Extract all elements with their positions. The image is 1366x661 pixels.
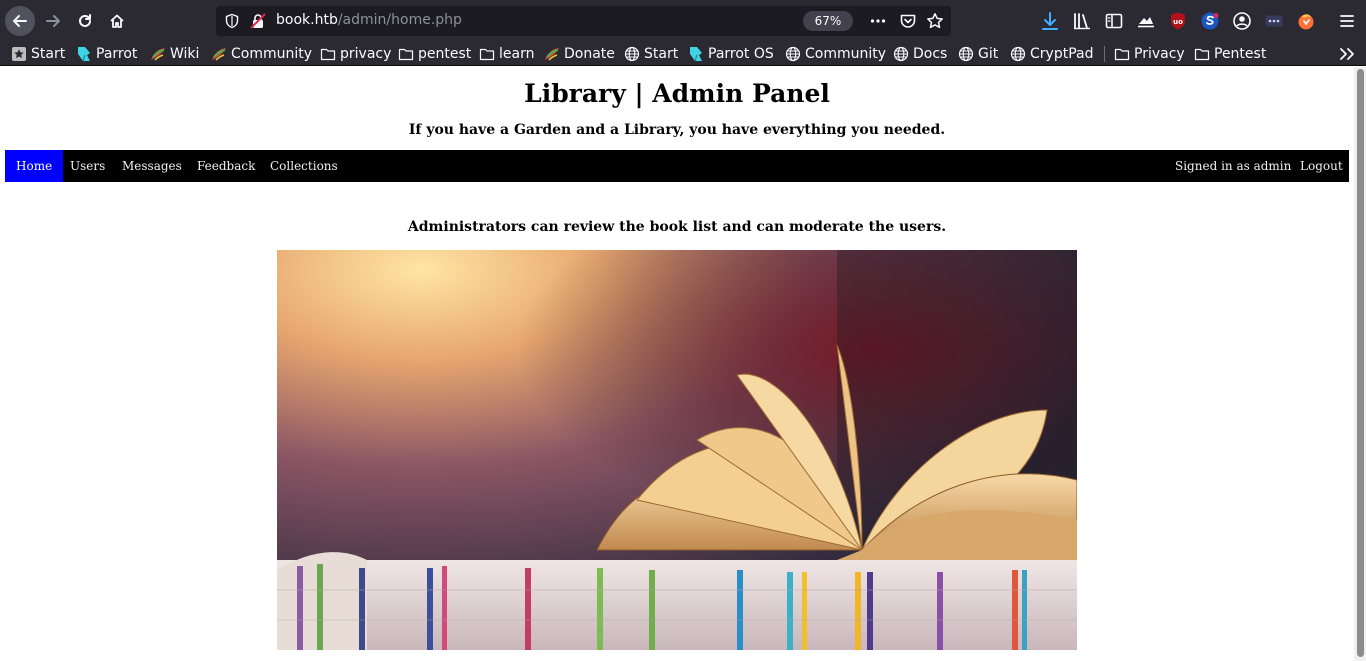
parrot-colored-icon: [545, 48, 559, 61]
globe-icon: [1010, 46, 1026, 62]
pocket-icon[interactable]: [899, 12, 917, 30]
sidebar-icon[interactable]: [1104, 11, 1124, 31]
url-text[interactable]: book.htb/admin/home.php: [276, 12, 462, 28]
zoom-level[interactable]: 67%: [803, 11, 853, 31]
page-actions-more-icon[interactable]: [869, 12, 887, 30]
bookmark-parrot-os[interactable]: Parrot OS: [688, 44, 774, 64]
bookmark-git[interactable]: Git: [958, 44, 998, 64]
bookmark-donate[interactable]: Donate: [544, 44, 615, 64]
insecure-lock-icon[interactable]: [250, 13, 266, 29]
home-icon: [110, 14, 124, 28]
bookmark-separator: [1104, 46, 1105, 62]
bookmarks-toolbar: Start Parrot Wiki Community privacy pent…: [0, 42, 1366, 66]
folder-icon: [479, 48, 495, 61]
nav-link-messages[interactable]: Messages: [111, 150, 193, 182]
ublock-origin-icon[interactable]: uo: [1168, 11, 1188, 31]
page-title: Library | Admin Panel: [524, 79, 830, 108]
hamburger-menu-icon[interactable]: [1337, 11, 1357, 31]
browser-toolbar: book.htb/admin/home.php 67% uo: [0, 0, 1366, 42]
folder-icon: [320, 48, 336, 61]
globe-icon: [893, 46, 909, 62]
reload-button[interactable]: [70, 6, 100, 36]
bookmark-label: Privacy: [1134, 46, 1185, 62]
bookmark-label: Community: [805, 46, 887, 62]
bookmark-label: Start: [644, 46, 679, 62]
bookmark-star-icon[interactable]: [926, 12, 944, 30]
bookmark-community-globe[interactable]: Community: [785, 44, 886, 64]
bookmark-start[interactable]: Start: [11, 44, 65, 64]
address-bar[interactable]: book.htb/admin/home.php 67%: [216, 6, 951, 36]
arrow-left-icon: [13, 15, 27, 27]
folder-icon: [1194, 48, 1210, 61]
signed-in-status[interactable]: Signed in as admin: [1164, 150, 1302, 182]
admin-intro-text: Administrators can review the book list …: [407, 219, 947, 235]
bookmark-community[interactable]: Community: [211, 44, 312, 64]
bookmark-start-globe[interactable]: Start: [624, 44, 678, 64]
library-icon[interactable]: [1072, 11, 1092, 31]
home-button[interactable]: [102, 6, 132, 36]
bookmark-docs[interactable]: Docs: [893, 44, 947, 64]
forward-button[interactable]: [38, 6, 68, 36]
parrot-colored-icon: [151, 48, 165, 61]
bookmark-label: Start: [31, 46, 66, 62]
bookmark-label: pentest: [418, 46, 472, 62]
url-path: /admin/home.php: [337, 12, 462, 28]
bookmark-folder-learn[interactable]: learn: [479, 44, 534, 64]
parrot-icon: [78, 47, 90, 62]
bookmark-label: CryptPad: [1030, 46, 1094, 62]
nav-link-users[interactable]: Users: [59, 150, 116, 182]
bookmark-label: Docs: [913, 46, 948, 62]
chevron-double-right-icon[interactable]: [1338, 46, 1356, 62]
back-button[interactable]: [5, 6, 35, 36]
account-icon[interactable]: [1232, 11, 1252, 31]
extension-dots-icon[interactable]: [1264, 11, 1284, 31]
page-scrollbar[interactable]: [1354, 67, 1366, 661]
bookmark-label: Wiki: [170, 46, 200, 62]
bookmark-parrot[interactable]: Parrot: [76, 44, 137, 64]
parrot-colored-icon: [212, 48, 226, 61]
bookmark-wiki[interactable]: Wiki: [150, 44, 199, 64]
bookmark-label: Parrot OS: [708, 46, 774, 62]
globe-icon: [624, 46, 640, 62]
arrow-right-icon: [46, 15, 60, 27]
bookmark-folder-privacy-2[interactable]: Privacy: [1114, 44, 1185, 64]
nav-link-collections[interactable]: Collections: [259, 150, 349, 182]
start-star-icon: [12, 47, 26, 61]
parrot-icon: [690, 47, 702, 62]
reload-icon: [79, 14, 91, 27]
tracking-shield-icon[interactable]: [224, 13, 240, 29]
bookmark-label: Donate: [564, 46, 615, 62]
bookmark-label: privacy: [340, 46, 392, 62]
download-icon[interactable]: [1040, 11, 1060, 31]
open-book-illustration: [277, 250, 1077, 650]
bookmark-cryptpad[interactable]: CryptPad: [1010, 44, 1093, 64]
bookmark-folder-pentest-2[interactable]: Pentest: [1194, 44, 1266, 64]
firefox-extension-icon[interactable]: [1296, 11, 1316, 31]
page-subtitle: If you have a Garden and a Library, you …: [408, 122, 946, 138]
folder-icon: [1114, 48, 1130, 61]
admin-nav-bar: Home Users Messages Feedback Collections…: [5, 150, 1349, 182]
bookmark-folder-pentest[interactable]: pentest: [398, 44, 471, 64]
page-viewport: Library | Admin Panel If you have a Gard…: [0, 67, 1366, 661]
svg-text:uo: uo: [1173, 18, 1183, 26]
library-hero-image: [277, 250, 1077, 650]
bookmark-label: Parrot: [96, 46, 138, 62]
nav-link-logout[interactable]: Logout: [1289, 150, 1354, 182]
nav-link-feedback[interactable]: Feedback: [186, 150, 266, 182]
bookmark-folder-privacy[interactable]: privacy: [320, 44, 391, 64]
bookmark-label: Git: [978, 46, 999, 62]
nav-link-home[interactable]: Home: [5, 150, 64, 182]
bookmark-label: Community: [231, 46, 313, 62]
globe-icon: [785, 46, 801, 62]
scrollbar-thumb[interactable]: [1357, 69, 1364, 657]
screenshot-extension-icon[interactable]: [1136, 11, 1156, 31]
folder-icon: [398, 48, 414, 61]
globe-icon: [958, 46, 974, 62]
bookmark-label: Pentest: [1214, 46, 1267, 62]
url-host: book.htb: [276, 12, 338, 28]
bookmark-label: learn: [499, 46, 535, 62]
s-extension-icon[interactable]: [1200, 11, 1220, 31]
